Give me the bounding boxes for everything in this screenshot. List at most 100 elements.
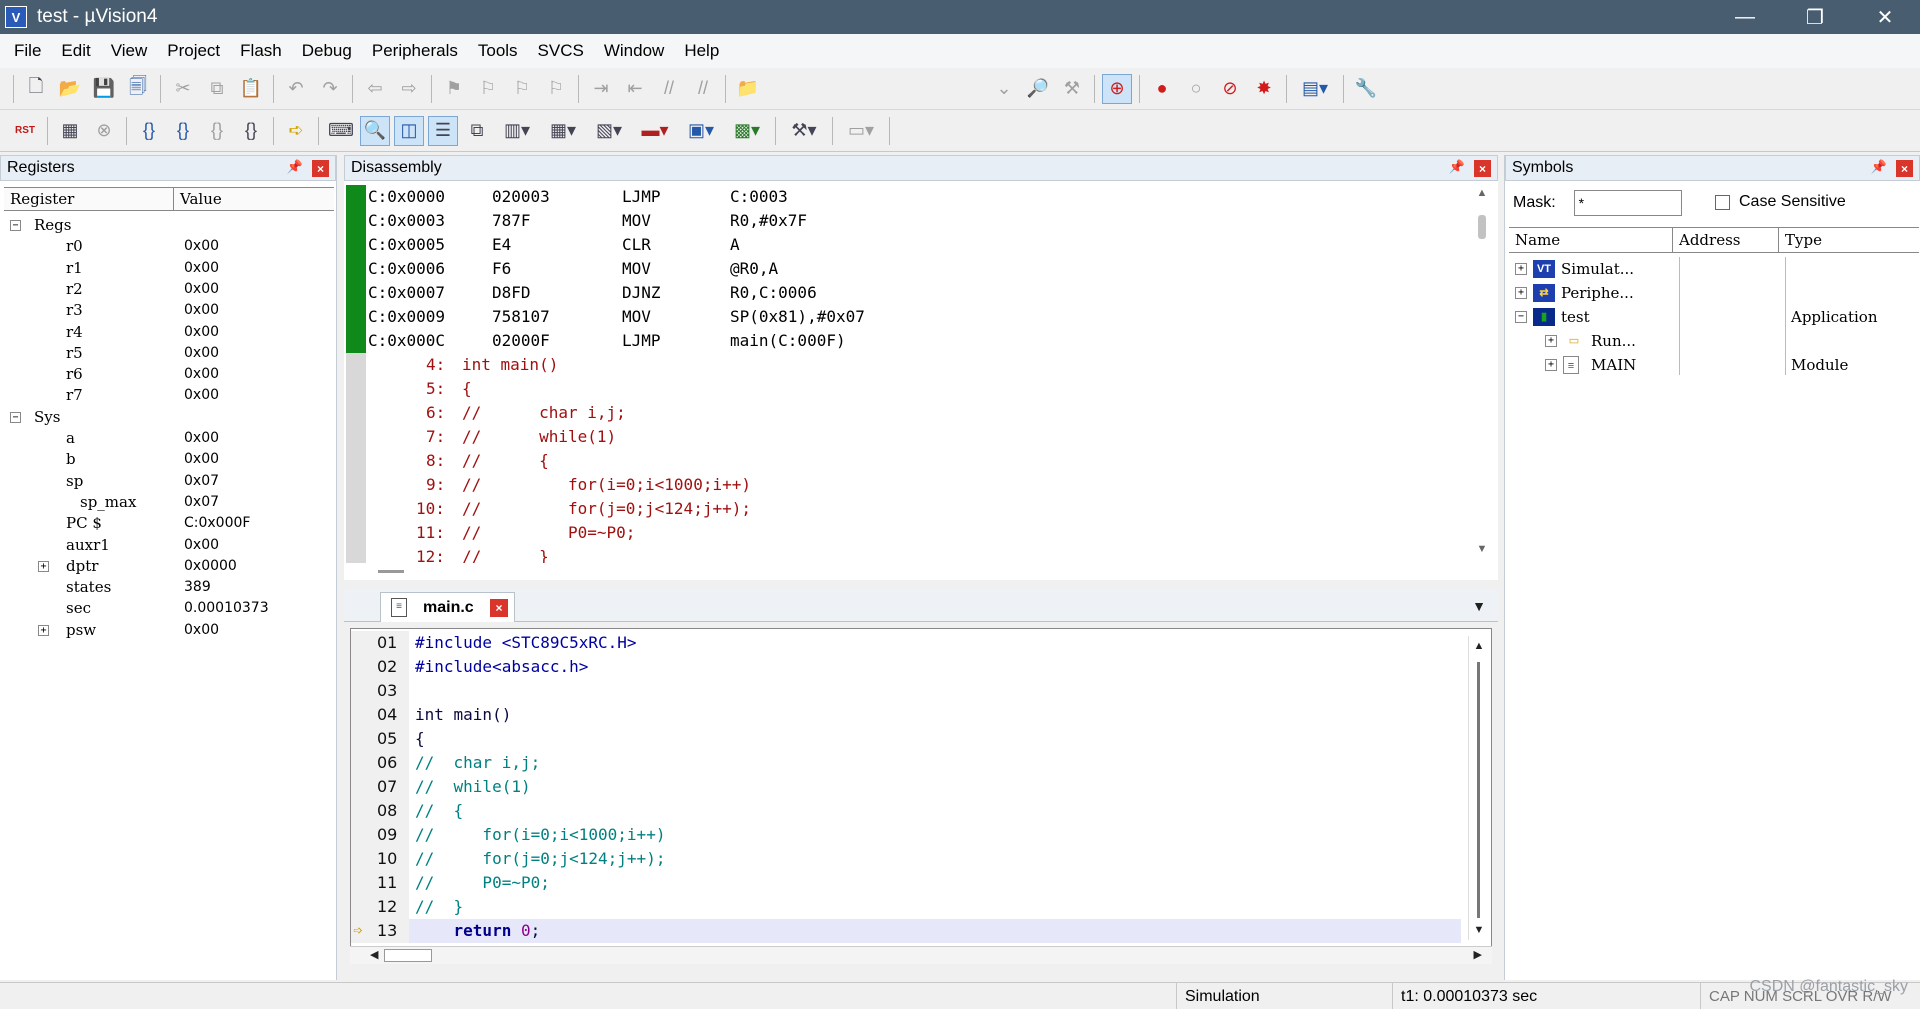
menu-window[interactable]: Window bbox=[594, 41, 674, 61]
pin-icon[interactable]: 📌 bbox=[1871, 159, 1887, 175]
save-icon[interactable]: 💾 bbox=[89, 74, 119, 104]
scroll-up-icon[interactable]: ▲ bbox=[1471, 640, 1487, 656]
enable-breakpoint-icon[interactable]: ○ bbox=[1181, 74, 1211, 104]
case-sensitive-label[interactable]: Case Sensitive bbox=[1739, 193, 1846, 211]
code-area[interactable]: 01 #include <STC89C5xRC.H> 02 #include<absa… bbox=[350, 628, 1492, 962]
disassembly-source-row[interactable]: 11: // P0=~P0; bbox=[346, 521, 1474, 545]
bookmark-clear-icon[interactable]: ⚐ bbox=[541, 74, 571, 104]
code-line[interactable]: 07 // while(1) bbox=[351, 775, 1461, 799]
code-line[interactable]: 10 // for(j=0;j<124;j++); bbox=[351, 847, 1461, 871]
menu-edit[interactable]: Edit bbox=[51, 41, 100, 61]
scroll-right-icon[interactable]: ▶ bbox=[1474, 948, 1482, 961]
symbol-row[interactable]: − ▮ test Application bbox=[1509, 305, 1919, 329]
register-row[interactable]: sp_max 0x07 bbox=[4, 492, 334, 513]
register-row[interactable]: sec 0.00010373 bbox=[4, 598, 334, 619]
editor-tab-main-c[interactable]: ≡ main.c × bbox=[380, 592, 515, 622]
code-line[interactable]: 05 { bbox=[351, 727, 1461, 751]
case-sensitive-checkbox[interactable] bbox=[1715, 195, 1730, 210]
navigate-back-icon[interactable]: ⇦ bbox=[360, 74, 390, 104]
pin-icon[interactable]: 📌 bbox=[287, 159, 303, 175]
register-row[interactable]: r0 0x00 bbox=[4, 236, 334, 257]
debug-session-icon[interactable]: ⊕ bbox=[1102, 73, 1132, 104]
reset-cpu-icon[interactable]: RST bbox=[10, 116, 40, 146]
register-row[interactable]: + psw 0x00 bbox=[4, 620, 334, 641]
disassembly-source-row[interactable]: 9: // for(i=0;i<1000;i++) bbox=[346, 473, 1474, 497]
disassembly-source-row[interactable]: 7: // while(1) bbox=[346, 425, 1474, 449]
code-line[interactable]: 06 // char i,j; bbox=[351, 751, 1461, 775]
scroll-up-icon[interactable]: ▲ bbox=[1474, 187, 1490, 203]
system-viewer-icon[interactable]: ▩▾ bbox=[726, 116, 768, 146]
cut-icon[interactable]: ✂ bbox=[168, 74, 198, 104]
configure-icon[interactable]: 🔧 bbox=[1351, 74, 1381, 104]
memory-window-icon[interactable]: ▦▾ bbox=[542, 116, 584, 146]
register-row[interactable]: r2 0x00 bbox=[4, 279, 334, 300]
uncomment-icon[interactable]: // bbox=[688, 74, 718, 104]
disassembly-horizontal-scrollbar[interactable] bbox=[348, 565, 1476, 579]
run-icon[interactable]: ▦ bbox=[55, 116, 85, 146]
save-all-icon[interactable]: 🗐 bbox=[123, 74, 153, 104]
menu-help[interactable]: Help bbox=[674, 41, 729, 61]
paste-icon[interactable]: 📋 bbox=[236, 74, 266, 104]
undo-icon[interactable]: ↶ bbox=[281, 74, 311, 104]
register-row[interactable]: r3 0x00 bbox=[4, 300, 334, 321]
insert-breakpoint-icon[interactable]: ● bbox=[1147, 74, 1177, 104]
menu-tools[interactable]: Tools bbox=[468, 41, 528, 61]
scroll-thumb[interactable] bbox=[1478, 215, 1486, 239]
code-line[interactable]: 04 int main() bbox=[351, 703, 1461, 727]
register-row[interactable]: r7 0x00 bbox=[4, 385, 334, 406]
disassembly-instruction-row[interactable]: C:0x0009 758107 MOV SP(0x81),#0x07 bbox=[346, 305, 1474, 329]
scroll-thumb[interactable] bbox=[378, 570, 404, 573]
kill-all-breakpoints-icon[interactable]: ✸ bbox=[1249, 74, 1279, 104]
trace-window-icon[interactable]: ▣▾ bbox=[680, 116, 722, 146]
register-row[interactable]: b 0x00 bbox=[4, 449, 334, 470]
code-line[interactable]: 11 // P0=~P0; bbox=[351, 871, 1461, 895]
step-out-icon[interactable]: {} bbox=[202, 116, 232, 146]
menu-project[interactable]: Project bbox=[157, 41, 230, 61]
expand-icon[interactable]: + bbox=[1545, 359, 1557, 371]
register-row[interactable]: r5 0x00 bbox=[4, 343, 334, 364]
register-row[interactable]: PC $ C:0x000F bbox=[4, 513, 334, 534]
menu-view[interactable]: View bbox=[101, 41, 158, 61]
register-row[interactable]: + dptr 0x0000 bbox=[4, 556, 334, 577]
indent-icon[interactable]: ⇥ bbox=[586, 74, 616, 104]
open-folder-icon[interactable]: 📂 bbox=[55, 74, 85, 104]
code-line[interactable]: 13 ➩ return 0; bbox=[351, 919, 1461, 943]
disassembly-source-row[interactable]: 10: // for(j=0;j<124;j++); bbox=[346, 497, 1474, 521]
disassembly-instruction-row[interactable]: C:0x0006 F6 MOV @R0,A bbox=[346, 257, 1474, 281]
code-vertical-scrollbar[interactable]: ▲ ▼ bbox=[1468, 636, 1488, 940]
menu-file[interactable]: File bbox=[4, 41, 51, 61]
unindent-icon[interactable]: ⇤ bbox=[620, 74, 650, 104]
expand-icon[interactable]: + bbox=[1515, 287, 1527, 299]
disassembly-source-row[interactable]: 5: { bbox=[346, 377, 1474, 401]
maximize-button[interactable]: ❐ bbox=[1780, 0, 1850, 34]
menu-flash[interactable]: Flash bbox=[230, 41, 292, 61]
code-line[interactable]: 08 // { bbox=[351, 799, 1461, 823]
bookmark-prev-icon[interactable]: ⚐ bbox=[473, 74, 503, 104]
menu-debug[interactable]: Debug bbox=[292, 41, 362, 61]
register-row[interactable]: a 0x00 bbox=[4, 428, 334, 449]
command-window-icon[interactable]: ⌨ bbox=[326, 116, 356, 146]
close-tab-icon[interactable]: × bbox=[490, 599, 508, 617]
column-register[interactable]: Register bbox=[4, 188, 174, 210]
symbol-row[interactable]: + VT Simulat... bbox=[1509, 257, 1919, 281]
uvision-app-icon[interactable]: V bbox=[5, 6, 27, 28]
close-icon[interactable]: × bbox=[1896, 160, 1913, 177]
scroll-down-icon[interactable]: ▼ bbox=[1471, 924, 1487, 940]
disassembly-window-icon[interactable]: 🔍 bbox=[360, 115, 390, 146]
serial-window-icon[interactable]: ▧▾ bbox=[588, 116, 630, 146]
symbol-row[interactable]: + ▭ Run... bbox=[1509, 329, 1919, 353]
column-name[interactable]: Name bbox=[1509, 228, 1673, 252]
debug-restore-views-icon[interactable]: ▭▾ bbox=[840, 116, 882, 146]
disassembly-instruction-row[interactable]: C:0x000C 02000F LJMP main(C:000F) bbox=[346, 329, 1474, 353]
scroll-thumb[interactable] bbox=[384, 949, 432, 962]
code-line[interactable]: 02 #include<absacc.h> bbox=[351, 655, 1461, 679]
close-window-button[interactable]: ✕ bbox=[1850, 0, 1920, 34]
expand-icon[interactable]: + bbox=[38, 624, 49, 636]
expand-icon[interactable]: + bbox=[1545, 335, 1557, 347]
analysis-window-icon[interactable]: ▬▾ bbox=[634, 116, 676, 146]
code-line[interactable]: 01 #include <STC89C5xRC.H> bbox=[351, 631, 1461, 655]
disassembly-instruction-row[interactable]: C:0x0003 787F MOV R0,#0x7F bbox=[346, 209, 1474, 233]
register-row[interactable]: states 389 bbox=[4, 577, 334, 598]
collapse-icon[interactable]: − bbox=[1515, 311, 1527, 323]
find-dropdown-icon[interactable]: ⌄ bbox=[989, 74, 1019, 104]
